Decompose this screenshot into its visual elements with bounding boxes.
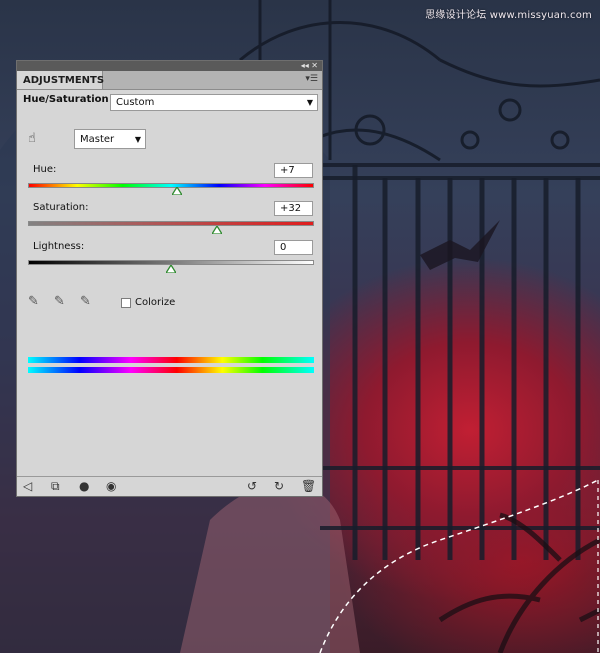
preset-value: Custom xyxy=(116,97,155,108)
visibility-eye-icon[interactable]: ◉ xyxy=(106,479,116,493)
chevron-down-icon: ▼ xyxy=(134,135,141,144)
previous-state-icon[interactable]: ↺ xyxy=(247,479,257,493)
lightness-slider-thumb[interactable] xyxy=(166,265,176,273)
eyedropper-subtract-icon[interactable]: ✎ xyxy=(80,294,91,309)
hand-icon[interactable]: ☝ xyxy=(28,131,36,146)
adjustment-title: Hue/Saturation xyxy=(23,94,109,105)
saturation-slider-track[interactable] xyxy=(28,221,314,226)
saturation-label: Saturation: xyxy=(33,202,89,213)
preset-dropdown[interactable]: Custom ▼ xyxy=(110,94,318,111)
chevron-down-icon: ▼ xyxy=(306,98,313,107)
mask-icon[interactable]: ● xyxy=(79,479,89,493)
lightness-label: Lightness: xyxy=(33,241,85,252)
panel-tab-row: ADJUSTMENTS ▾☰ xyxy=(17,71,322,90)
watermark-text: 思缘设计论坛 www.missyuan.com xyxy=(425,10,592,21)
lightness-value-field[interactable]: 0 xyxy=(274,240,313,255)
collapse-icon[interactable]: ◂◂ ✕ xyxy=(301,61,318,71)
hue-label: Hue: xyxy=(33,164,57,175)
color-spectrum-top xyxy=(28,357,314,363)
channel-dropdown[interactable]: Master ▼ xyxy=(74,129,146,149)
saturation-slider-thumb[interactable] xyxy=(211,226,222,234)
back-arrow-icon[interactable]: ◁ xyxy=(23,479,32,493)
reset-icon[interactable]: ↻ xyxy=(274,479,284,493)
eyedropper-icon[interactable]: ✎ xyxy=(28,294,39,309)
hue-value-field[interactable]: +7 xyxy=(274,163,313,178)
color-spectrum-bottom xyxy=(28,367,314,373)
panel-footer: ◁ ⧉ ● ◉ ↺ ↻ 🗑 xyxy=(17,476,322,497)
panel-menu-icon[interactable]: ▾☰ xyxy=(305,74,318,84)
hue-slider-thumb[interactable] xyxy=(171,187,182,195)
trash-icon[interactable]: 🗑 xyxy=(301,479,316,493)
colorize-checkbox[interactable] xyxy=(121,298,131,308)
tab-adjustments[interactable]: ADJUSTMENTS xyxy=(17,71,104,89)
colorize-label: Colorize xyxy=(135,297,176,308)
clip-layer-icon[interactable]: ⧉ xyxy=(51,479,60,494)
panel-title-strip: ◂◂ ✕ xyxy=(17,61,322,71)
channel-value: Master xyxy=(80,134,115,145)
adjustments-panel: ◂◂ ✕ ADJUSTMENTS ▾☰ Hue/Saturation Custo… xyxy=(16,60,323,497)
eyedropper-add-icon[interactable]: ✎ xyxy=(54,294,65,309)
saturation-value-field[interactable]: +32 xyxy=(274,201,313,216)
